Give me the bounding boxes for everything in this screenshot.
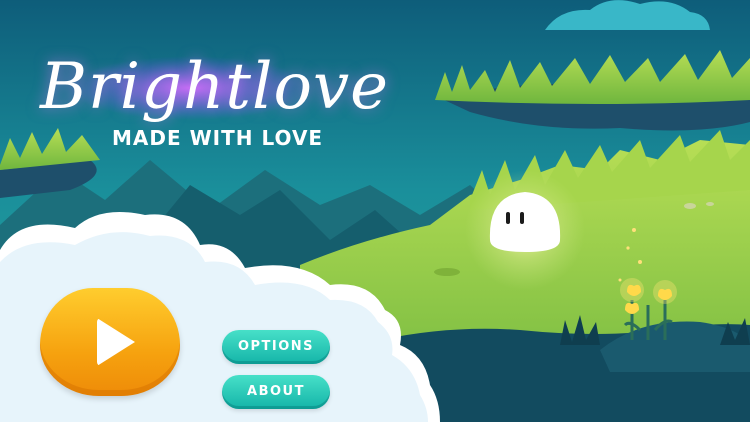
leaf bbox=[434, 268, 460, 276]
play-icon bbox=[97, 318, 135, 366]
game-logo: Brightlove MADE WITH LOVE bbox=[40, 40, 420, 160]
game-title: Brightlove bbox=[40, 50, 390, 124]
game-subtitle: MADE WITH LOVE bbox=[112, 126, 324, 150]
about-button[interactable]: ABOUT bbox=[222, 375, 330, 409]
options-button[interactable]: OPTIONS bbox=[222, 330, 330, 364]
play-button[interactable] bbox=[40, 288, 180, 396]
